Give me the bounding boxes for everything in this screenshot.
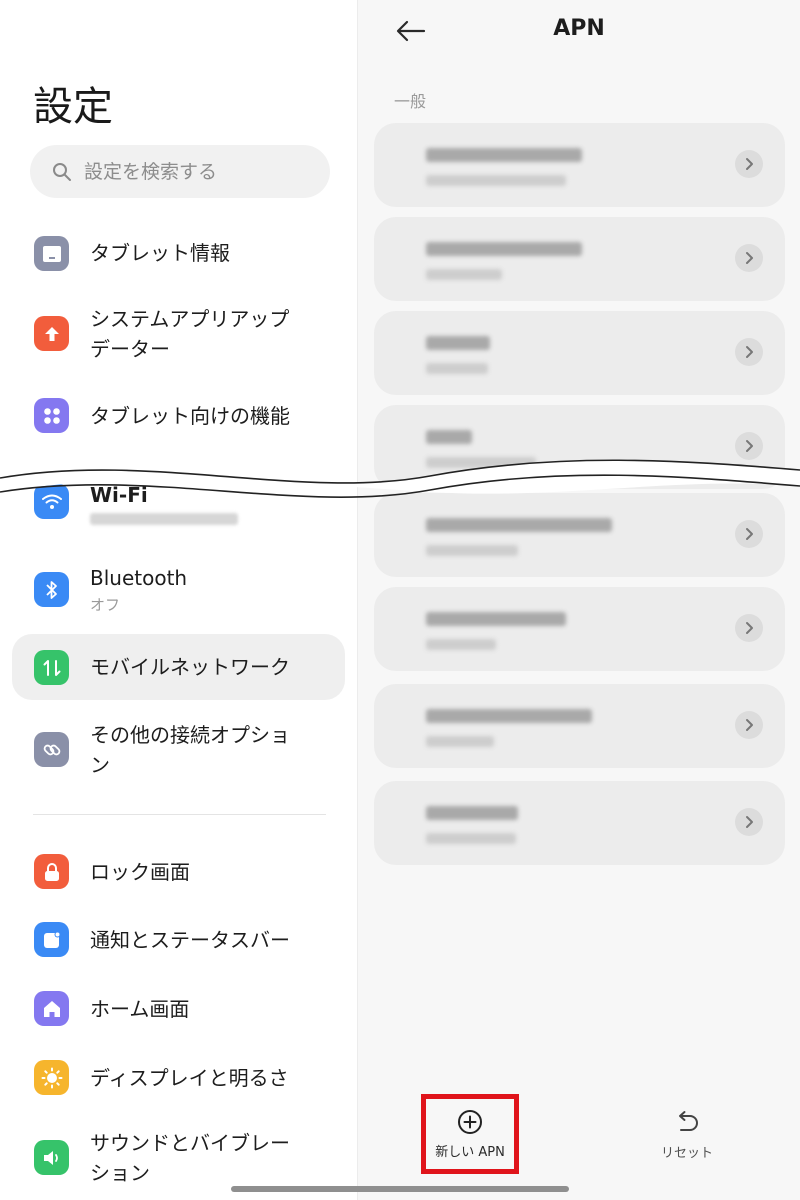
apn-list-item[interactable] xyxy=(374,217,785,301)
apn-list-item[interactable] xyxy=(374,587,785,671)
chevron-right-icon xyxy=(735,711,763,739)
chevron-right-icon xyxy=(735,808,763,836)
page-title: 設定 xyxy=(33,84,113,130)
sidebar-item-home-screen[interactable]: ホーム画面 xyxy=(12,981,345,1037)
lock-icon xyxy=(34,854,69,889)
bluetooth-status: オフ xyxy=(90,596,121,614)
notification-icon xyxy=(34,922,69,957)
apn-value-obscured xyxy=(426,736,494,747)
sidebar-item-label: サウンドとバイブレー xyxy=(90,1131,290,1155)
grid-icon xyxy=(34,398,69,433)
divider xyxy=(33,814,326,815)
sidebar-item-label: その他の接続オプショ xyxy=(90,723,290,747)
apn-name-obscured xyxy=(426,148,582,162)
bluetooth-icon xyxy=(34,572,69,607)
home-indicator[interactable] xyxy=(231,1186,569,1192)
sidebar-item-mobile-network[interactable]: モバイルネットワーク xyxy=(12,634,345,700)
sidebar-item-label: モバイルネットワーク xyxy=(90,655,290,679)
sidebar-item-lock-screen[interactable]: ロック画面 xyxy=(12,844,345,900)
apn-value-obscured xyxy=(426,639,496,650)
new-apn-button[interactable]: 新しい APN xyxy=(421,1094,519,1174)
apn-name-obscured xyxy=(426,612,566,626)
apn-name-obscured xyxy=(426,806,518,820)
sidebar-item-bluetooth[interactable]: Bluetooth オフ xyxy=(12,560,345,620)
home-icon xyxy=(34,991,69,1026)
chevron-right-icon xyxy=(735,338,763,366)
section-header-general: 一般 xyxy=(394,92,427,111)
reset-button[interactable]: リセット xyxy=(647,1102,727,1168)
speaker-icon xyxy=(34,1140,69,1175)
search-input[interactable] xyxy=(84,160,304,183)
sidebar-item-label: 通知とステータスバー xyxy=(90,928,290,952)
sun-icon xyxy=(34,1060,69,1095)
sidebar-item-label: ロック画面 xyxy=(90,860,190,884)
wifi-network-name xyxy=(90,510,238,529)
apn-list-item[interactable] xyxy=(374,684,785,768)
sidebar-item-tablet-features[interactable]: タブレット向けの機能 xyxy=(12,388,345,444)
apn-value-obscured xyxy=(426,269,502,280)
add-circle-icon xyxy=(458,1109,482,1134)
sidebar-item-sound[interactable]: サウンドとバイブレー ション xyxy=(12,1124,345,1194)
sidebar-item-label: システムアプリアップ xyxy=(90,307,290,331)
apn-value-obscured xyxy=(426,363,488,374)
apn-name-obscured xyxy=(426,336,490,350)
sidebar-item-label-line2: データー xyxy=(90,337,170,361)
sidebar-item-label-line2: ン xyxy=(90,753,110,777)
sidebar-item-display[interactable]: ディスプレイと明るさ xyxy=(12,1050,345,1106)
apn-value-obscured xyxy=(426,175,566,186)
undo-icon xyxy=(679,1110,698,1131)
apn-pane: APN 一般 新しい APN リセット xyxy=(358,0,800,1200)
sidebar-item-tablet-info[interactable]: タブレット情報 xyxy=(12,226,345,282)
apn-value-obscured xyxy=(426,833,516,844)
mobile-data-icon xyxy=(34,650,69,685)
sidebar-item-other-connections[interactable]: その他の接続オプショ ン xyxy=(12,716,345,786)
settings-pane: 設定 タブレット情報 システムアプリアップ データー タブレット向けの機能 xyxy=(0,0,358,1200)
arrow-up-icon xyxy=(34,316,69,351)
tablet-icon xyxy=(34,236,69,271)
search-bar[interactable] xyxy=(30,145,330,198)
sidebar-item-label: ホーム画面 xyxy=(90,997,190,1021)
apn-list-item[interactable] xyxy=(374,311,785,395)
sidebar-item-label: Bluetooth xyxy=(90,566,188,590)
apn-title: APN xyxy=(553,16,605,41)
apn-list-item[interactable] xyxy=(374,781,785,865)
reset-label: リセット xyxy=(660,1145,713,1161)
apn-list-item[interactable] xyxy=(374,123,785,207)
chevron-right-icon xyxy=(735,150,763,178)
apn-name-obscured xyxy=(426,242,582,256)
new-apn-label: 新しい APN xyxy=(435,1144,505,1160)
sidebar-item-system-app-update[interactable]: システムアプリアップ データー xyxy=(12,300,345,370)
apn-name-obscured xyxy=(426,518,612,532)
chevron-right-icon xyxy=(735,244,763,272)
sidebar-item-label: タブレット向けの機能 xyxy=(90,404,290,428)
sidebar-item-label: ディスプレイと明るさ xyxy=(90,1066,289,1090)
search-icon xyxy=(53,162,71,181)
apn-name-obscured xyxy=(426,709,592,723)
sidebar-item-label: タブレット情報 xyxy=(90,241,230,265)
chevron-right-icon xyxy=(735,614,763,642)
apn-value-obscured xyxy=(426,545,518,556)
sidebar-item-label-line2: ション xyxy=(90,1161,150,1185)
chevron-right-icon xyxy=(735,520,763,548)
wavy-break-divider xyxy=(0,459,800,498)
link-icon xyxy=(34,732,69,767)
sidebar-item-notifications[interactable]: 通知とステータスバー xyxy=(12,912,345,968)
